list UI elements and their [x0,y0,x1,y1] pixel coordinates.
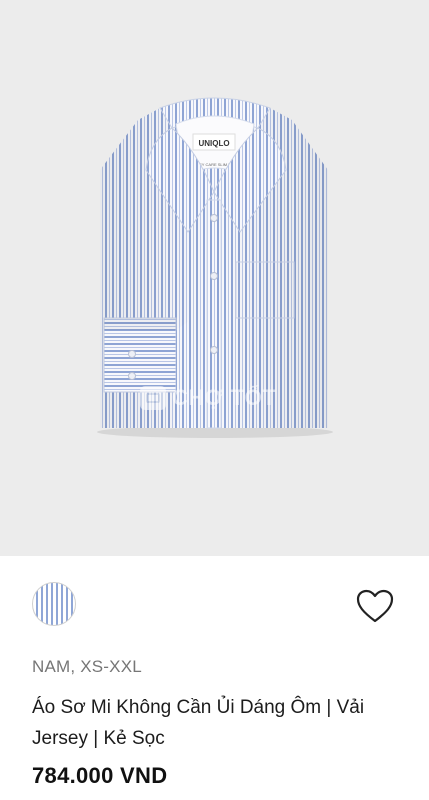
product-price: 784.000 VND [32,763,168,788]
shirt-illustration: UNIQLO EASY CARE SLIM FIT [97,97,333,438]
watermark: CHỢ TỐT [140,385,276,411]
watermark-text: CHỢ TỐT [172,385,277,410]
favorite-button[interactable] [355,588,395,624]
product-image[interactable]: UNIQLO EASY CARE SLIM FIT CHỢ TỐT [0,0,429,556]
product-title[interactable]: Áo Sơ Mi Không Cần Ủi Dáng Ôm | Vải Jers… [32,692,402,754]
color-swatch[interactable] [32,582,76,626]
svg-text:UNIQLO: UNIQLO [198,139,229,148]
category-size: NAM, XS-XXL [32,657,142,676]
watermark-logo-icon [140,386,166,410]
heart-icon [356,589,394,623]
